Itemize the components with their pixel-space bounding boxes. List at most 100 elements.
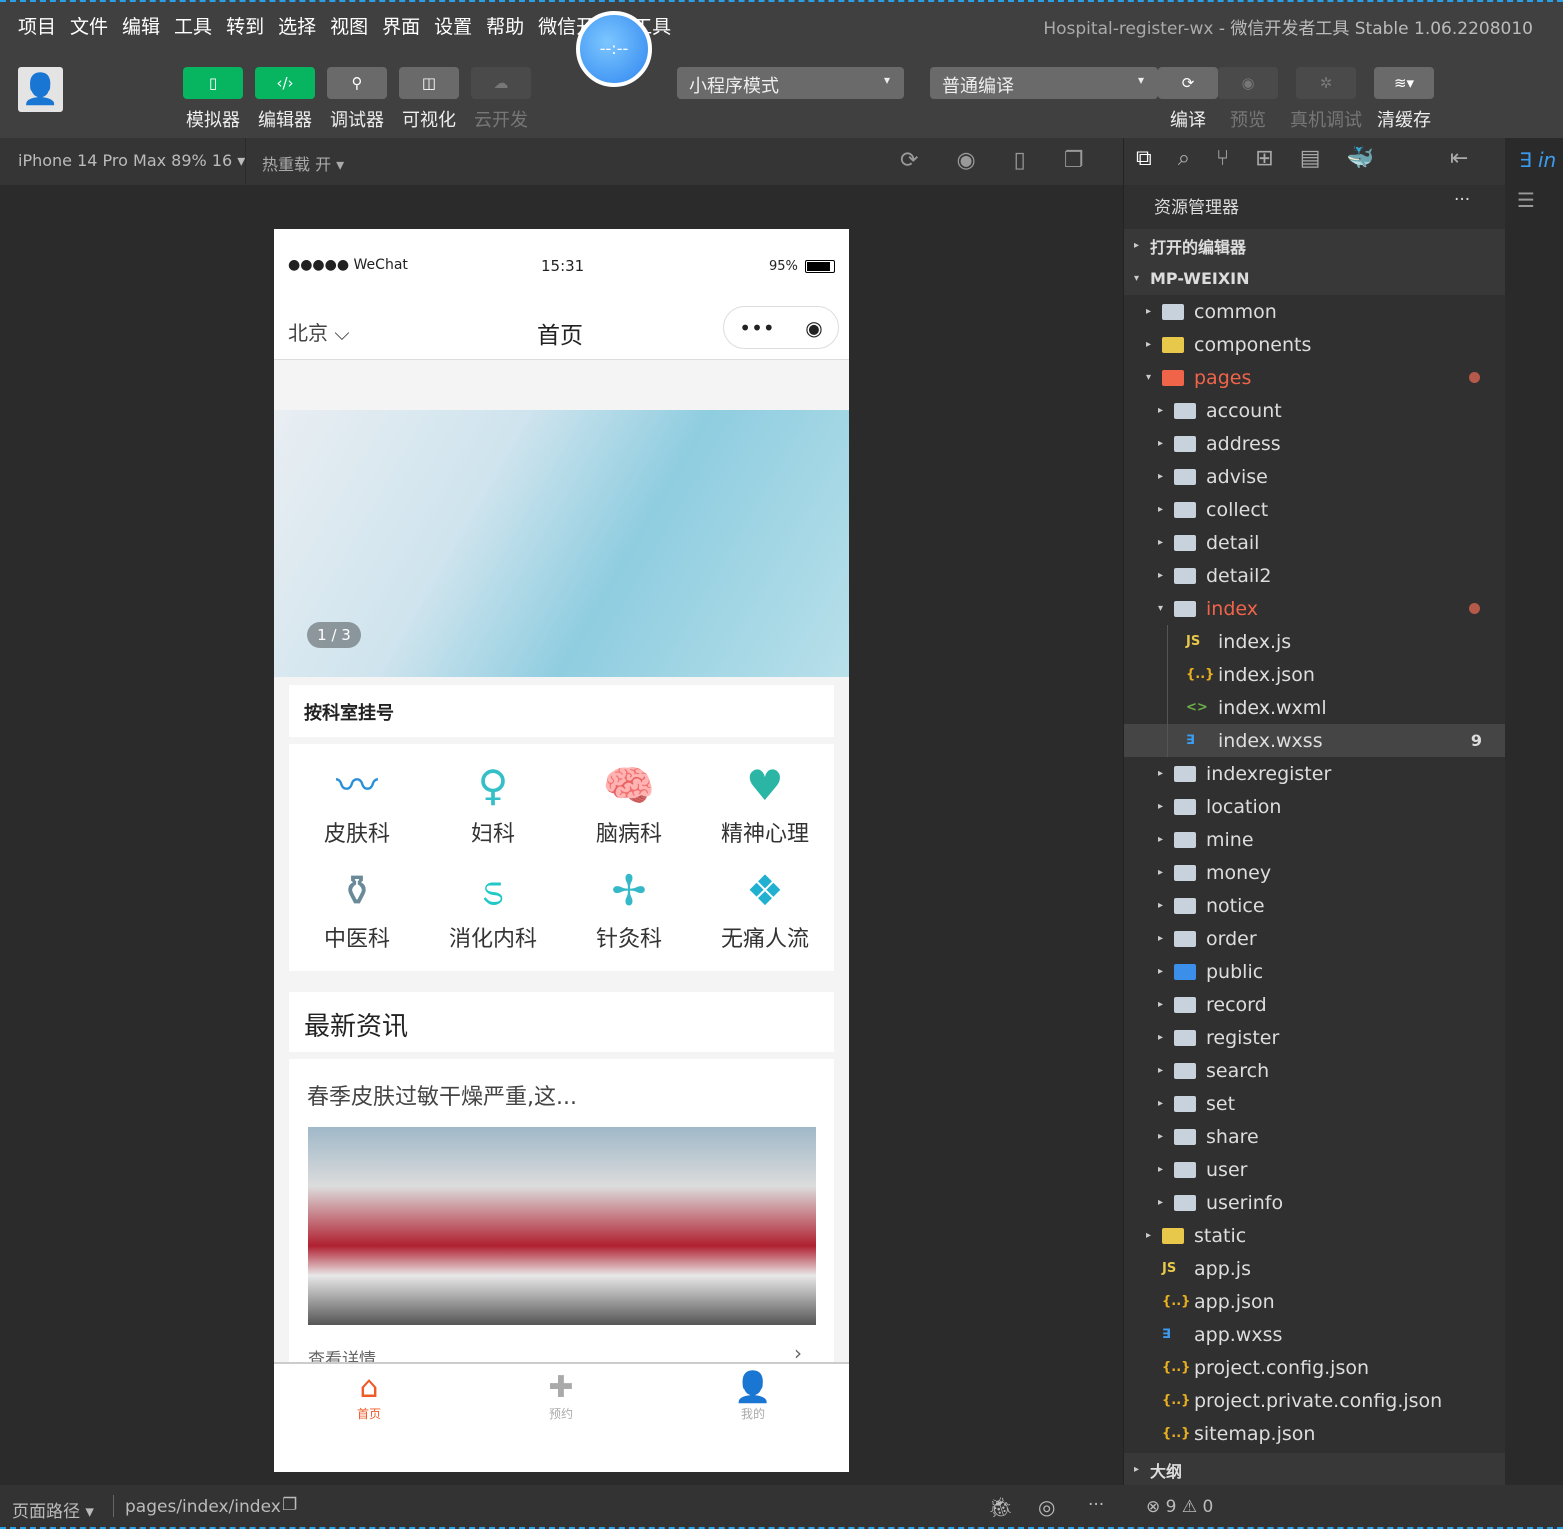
storage-icon[interactable]: ▤ bbox=[1300, 146, 1321, 185]
more-icon[interactable]: ••• bbox=[739, 316, 774, 340]
tree-item[interactable]: {..} project.config.json bbox=[1124, 1351, 1506, 1384]
files-icon[interactable]: ⧉ bbox=[1136, 146, 1152, 185]
tree-item[interactable]: ▸ notice bbox=[1124, 889, 1506, 922]
tree-item[interactable]: ▸ static bbox=[1124, 1219, 1506, 1252]
tree-item[interactable]: ▸ location bbox=[1124, 790, 1506, 823]
tree-item[interactable]: {..} index.json bbox=[1124, 658, 1506, 691]
tree-item[interactable]: {..} project.private.config.json bbox=[1124, 1384, 1506, 1417]
云开发-button[interactable]: ☁ bbox=[471, 67, 531, 99]
tree-item[interactable]: ▸ userinfo bbox=[1124, 1186, 1506, 1219]
tree-item[interactable]: ▸ detail2 bbox=[1124, 559, 1506, 592]
tree-item[interactable]: ▸ account bbox=[1124, 394, 1506, 427]
tree-item[interactable]: JS app.js bbox=[1124, 1252, 1506, 1285]
tree-item[interactable]: ▾ index bbox=[1124, 592, 1506, 625]
department-item[interactable]: ❖ 无痛人流 bbox=[697, 861, 833, 953]
city-select[interactable]: 北京 ⌵ bbox=[288, 317, 350, 346]
more-actions-button[interactable]: ··· bbox=[1454, 190, 1470, 210]
department-item[interactable]: ⚱ 中医科 bbox=[289, 861, 425, 953]
copy-icon[interactable]: ❐ bbox=[282, 1495, 297, 1515]
menu-item[interactable]: 转到 bbox=[226, 12, 264, 39]
collapse-panel-icon[interactable]: ⇤ bbox=[1450, 146, 1468, 185]
编译-button[interactable]: ⟳ bbox=[1158, 67, 1218, 99]
tree-item[interactable]: ▸ components bbox=[1124, 328, 1506, 361]
open-editors-section[interactable]: ▸ 打开的编辑器 bbox=[1124, 229, 1506, 262]
search-icon[interactable]: ⌕ bbox=[1178, 146, 1190, 185]
department-item[interactable]: 〰皮肤科 bbox=[289, 756, 425, 848]
真机调试-button[interactable]: ✲ bbox=[1296, 67, 1356, 99]
extensions-icon[interactable]: ⊞ bbox=[1255, 146, 1273, 185]
编辑器-button[interactable]: ‹/› bbox=[255, 67, 315, 99]
tree-item[interactable]: ▸ record bbox=[1124, 988, 1506, 1021]
tab-预约[interactable]: ✚ 预约 bbox=[521, 1370, 601, 1422]
department-item[interactable]: ✢ 针灸科 bbox=[561, 861, 697, 953]
tree-item[interactable]: ▸ advise bbox=[1124, 460, 1506, 493]
department-item[interactable]: ♀ 妇科 bbox=[425, 756, 561, 848]
menu-item[interactable]: 选择 bbox=[278, 12, 316, 39]
department-item[interactable]: ಽ 消化内科 bbox=[425, 861, 561, 953]
tree-item[interactable]: ∃ app.wxss bbox=[1124, 1318, 1506, 1351]
menu-item[interactable]: 视图 bbox=[330, 12, 368, 39]
close-capsule-icon[interactable]: ◉ bbox=[805, 316, 822, 340]
project-root[interactable]: ▾ MP-WEIXIN bbox=[1124, 262, 1506, 295]
清缓存-button[interactable]: ≋▾ bbox=[1374, 67, 1434, 99]
problems-counter[interactable]: ⊗ 9 ⚠ 0 bbox=[1146, 1497, 1213, 1517]
department-item[interactable]: 🧠 脑病科 bbox=[561, 756, 697, 848]
menu-item[interactable]: 设置 bbox=[434, 12, 472, 39]
tree-item[interactable]: ▸ collect bbox=[1124, 493, 1506, 526]
tree-item[interactable]: ▸ set bbox=[1124, 1087, 1506, 1120]
rotate-icon[interactable]: ⟳ bbox=[900, 148, 918, 173]
tree-item[interactable]: ▸ indexregister bbox=[1124, 757, 1506, 790]
tree-item[interactable]: ▸ order bbox=[1124, 922, 1506, 955]
bug-icon[interactable]: 🐞︎ bbox=[988, 1495, 1013, 1519]
tree-item[interactable]: {..} app.json bbox=[1124, 1285, 1506, 1318]
menu-item[interactable]: 帮助 bbox=[486, 12, 524, 39]
git-icon[interactable]: ⑂ bbox=[1216, 146, 1229, 185]
模拟器-button[interactable]: ▯ bbox=[183, 67, 243, 99]
menu-item[interactable]: 编辑 bbox=[122, 12, 160, 39]
tree-item[interactable]: {..} sitemap.json bbox=[1124, 1417, 1506, 1450]
预览-button[interactable]: ◉ bbox=[1218, 67, 1278, 99]
page-path-select[interactable]: 页面路径 ▾ bbox=[12, 1497, 94, 1522]
outline-section[interactable]: ▸ 大纲 bbox=[1124, 1453, 1506, 1486]
eye-icon[interactable]: ◎ bbox=[1038, 1495, 1055, 1519]
timer-bubble[interactable]: --:-- bbox=[576, 11, 652, 87]
news-headline[interactable]: 春季皮肤过敏干燥严重,这... bbox=[289, 1059, 834, 1131]
mode-select[interactable]: 小程序模式 bbox=[677, 67, 904, 99]
tree-item[interactable]: ▸ address bbox=[1124, 427, 1506, 460]
menu-item[interactable]: 工具 bbox=[174, 12, 212, 39]
docker-icon[interactable]: 🐳 bbox=[1346, 146, 1373, 185]
menu-item[interactable]: 文件 bbox=[70, 12, 108, 39]
editor-tab[interactable]: ∃ in bbox=[1519, 148, 1556, 172]
json-file-icon: {..} bbox=[1186, 667, 1215, 682]
more-icon[interactable]: ··· bbox=[1088, 1495, 1104, 1515]
window-icon[interactable]: ❐ bbox=[1064, 148, 1084, 173]
可视化-button[interactable]: ◫ bbox=[399, 67, 459, 99]
tree-item[interactable]: ▾ pages bbox=[1124, 361, 1506, 394]
tree-item[interactable]: <> index.wxml bbox=[1124, 691, 1506, 724]
banner-carousel[interactable]: 1 / 3 bbox=[274, 410, 849, 677]
tab-我的[interactable]: 👤 我的 bbox=[713, 1370, 793, 1422]
tab-首页[interactable]: ⌂ 首页 bbox=[329, 1370, 409, 1422]
tree-item[interactable]: ▸ register bbox=[1124, 1021, 1506, 1054]
device-select[interactable]: iPhone 14 Pro Max 89% 16 ▾ bbox=[18, 151, 245, 170]
tree-item[interactable]: ▸ detail bbox=[1124, 526, 1506, 559]
tree-item[interactable]: ▸ public bbox=[1124, 955, 1506, 988]
tree-item[interactable]: ▸ mine bbox=[1124, 823, 1506, 856]
tree-item[interactable]: ▸ common bbox=[1124, 295, 1506, 328]
hot-reload-select[interactable]: 热重载 开 ▾ bbox=[262, 151, 344, 175]
tree-item[interactable]: ▸ search bbox=[1124, 1054, 1506, 1087]
list-icon[interactable]: ☰ bbox=[1517, 188, 1535, 212]
department-item[interactable]: ♥ 精神心理 bbox=[697, 756, 833, 848]
device-icon[interactable]: ▯ bbox=[1014, 148, 1026, 173]
调试器-button[interactable]: ⚲ bbox=[327, 67, 387, 99]
tree-item[interactable]: ▸ share bbox=[1124, 1120, 1506, 1153]
tree-item[interactable]: JS index.js bbox=[1124, 625, 1506, 658]
tree-item[interactable]: ▸ user bbox=[1124, 1153, 1506, 1186]
stop-icon[interactable]: ◉ bbox=[956, 148, 975, 173]
menu-item[interactable]: 界面 bbox=[382, 12, 420, 39]
tree-item[interactable]: ▸ money bbox=[1124, 856, 1506, 889]
compile-select[interactable]: 普通编译 bbox=[930, 67, 1158, 99]
tree-item[interactable]: ∃ index.wxss 9 bbox=[1124, 724, 1506, 757]
menu-item[interactable]: 项目 bbox=[18, 12, 56, 39]
avatar[interactable]: 👤 bbox=[18, 67, 63, 112]
